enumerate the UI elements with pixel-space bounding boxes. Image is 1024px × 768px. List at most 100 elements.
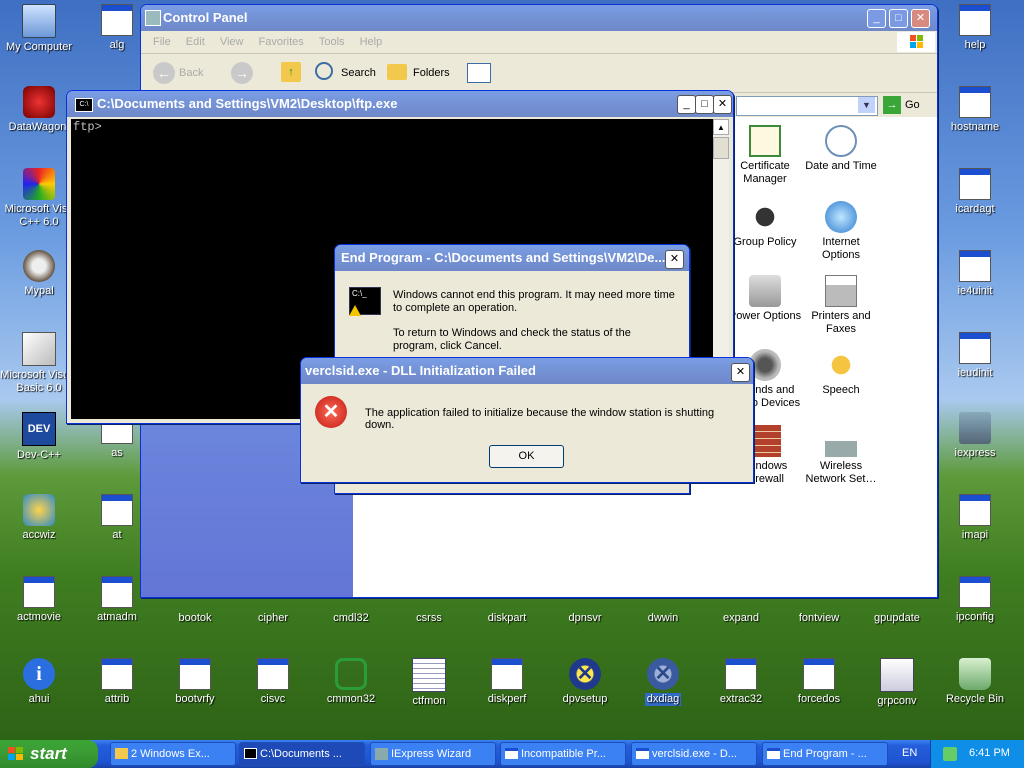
desktop-icon-label: icardagt <box>955 203 995 215</box>
printer-icon <box>825 275 857 307</box>
go-arrow-icon[interactable]: → <box>883 96 901 114</box>
cp-item-label: Power Options <box>728 310 802 322</box>
folders-icon[interactable] <box>387 64 407 80</box>
desktop-icon-recycle-bin[interactable]: Recycle Bin <box>936 658 1014 706</box>
cp-item-group-policy[interactable]: Group Policy <box>727 201 803 249</box>
end-program-message: Windows cannot end this program. It may … <box>393 289 675 314</box>
taskbar-item-iexpress[interactable]: IExpress Wizard <box>370 742 496 766</box>
start-button[interactable]: start <box>0 740 98 768</box>
dll-error-titlebar[interactable]: verclsid.exe - DLL Initialization Failed <box>301 358 753 384</box>
desktop-icon-ipconfig[interactable]: ipconfig <box>936 576 1014 624</box>
vb6-icon <box>22 332 56 366</box>
ok-button[interactable]: OK <box>489 445 564 468</box>
up-folder-icon[interactable]: ↑ <box>281 62 301 82</box>
desktop-icon-attrib[interactable]: attrib <box>78 658 156 706</box>
desktop-icon-dxdiag[interactable]: ✕ dxdiag <box>624 658 702 706</box>
dialog-title: End Program - C:\Documents and Settings\… <box>341 250 666 265</box>
desktop-icon-expand[interactable]: expand <box>702 598 780 625</box>
end-program-titlebar[interactable]: End Program - C:\Documents and Settings\… <box>335 245 689 271</box>
back-label[interactable]: Back <box>179 67 203 79</box>
menu-help[interactable]: Help <box>360 36 383 48</box>
folders-label[interactable]: Folders <box>413 67 450 79</box>
cp-item-date-and-time[interactable]: Date and Time <box>803 125 879 173</box>
menu-file[interactable]: File <box>153 36 171 48</box>
desktop-icon-actmovie[interactable]: actmovie <box>0 576 78 624</box>
taskbar-item-end-program[interactable]: End Program - ... <box>762 742 888 766</box>
cp-item-wireless-network[interactable]: Wireless Network Set… <box>803 425 879 486</box>
desktop-icon-label: gpupdate <box>874 612 920 624</box>
tray-app-icon[interactable] <box>943 747 957 761</box>
desktop-icon-diskperf[interactable]: diskperf <box>468 658 546 706</box>
minimize-button[interactable]: _ <box>867 9 886 28</box>
desktop-icon-gpupdate[interactable]: gpupdate <box>858 598 936 625</box>
back-arrow-icon[interactable]: ← <box>153 62 175 84</box>
desktop-icon-csrss[interactable]: csrss <box>390 598 468 625</box>
taskbar-item-windows-explorer[interactable]: 2 Windows Ex... <box>110 742 236 766</box>
desktop-icon-dpnsvr[interactable]: dpnsvr <box>546 598 624 625</box>
taskbar-item-incompatible[interactable]: Incompatible Pr... <box>500 742 626 766</box>
maximize-button[interactable]: □ <box>695 95 714 114</box>
control-panel-titlebar[interactable]: Control Panel <box>141 5 937 31</box>
desktop-icon-cmdl32[interactable]: cmdl32 <box>312 598 390 625</box>
dll-error-dialog[interactable]: verclsid.exe - DLL Initialization Failed… <box>300 357 754 483</box>
desktop-icon-cmmon32[interactable]: cmmon32 <box>312 658 390 706</box>
menu-tools[interactable]: Tools <box>319 36 345 48</box>
menu-favorites[interactable]: Favorites <box>259 36 304 48</box>
desktop-icon-cisvc[interactable]: cisvc <box>234 658 312 706</box>
cp-item-label: Wireless Network Set… <box>805 460 877 485</box>
close-button[interactable]: ✕ <box>911 9 930 28</box>
desktop-icon-icardagt[interactable]: icardagt <box>936 168 1014 216</box>
taskbar-item-console[interactable]: C:\Documents ... <box>239 742 365 766</box>
cp-item-speech[interactable]: Speech <box>803 349 879 397</box>
cp-item-certificate-manager[interactable]: Certificate Manager <box>727 125 803 186</box>
window-icon <box>636 748 649 759</box>
desktop-icon-label: forcedos <box>797 693 841 705</box>
search-label[interactable]: Search <box>341 67 376 79</box>
desktop-icon-cipher[interactable]: cipher <box>234 598 312 625</box>
search-icon[interactable] <box>315 62 333 80</box>
desktop-icon-bootvrfy[interactable]: bootvrfy <box>156 658 234 706</box>
cp-item-printers-and-faxes[interactable]: Printers and Faxes <box>803 275 879 336</box>
ftp-titlebar[interactable]: C:\Documents and Settings\VM2\Desktop\ft… <box>67 91 733 117</box>
close-button[interactable]: ✕ <box>713 95 732 114</box>
close-button[interactable]: ✕ <box>731 363 750 382</box>
desktop-icon-ieudinit[interactable]: ieudinit <box>936 332 1014 380</box>
desktop-icon-ahui[interactable]: i ahui <box>0 658 78 706</box>
address-input[interactable] <box>736 96 878 116</box>
desktop-icon-iexpress[interactable]: iexpress <box>936 412 1014 460</box>
desktop-icon-imapi[interactable]: imapi <box>936 494 1014 542</box>
desktop-icon-ctfmon[interactable]: ctfmon <box>390 658 468 708</box>
language-indicator[interactable]: EN <box>902 747 917 759</box>
taskbar-item-verclsid[interactable]: verclsid.exe - D... <box>631 742 757 766</box>
recycle-bin-icon <box>959 658 991 690</box>
address-dropdown-icon[interactable]: ▼ <box>858 97 875 113</box>
window-icon <box>767 748 780 759</box>
menu-edit[interactable]: Edit <box>186 36 205 48</box>
views-icon[interactable] <box>467 63 491 83</box>
desktop-icon-forcedos[interactable]: forcedos <box>780 658 858 706</box>
maximize-button[interactable]: □ <box>889 9 908 28</box>
go-label[interactable]: Go <box>905 99 920 111</box>
desktop-icon-grpconv[interactable]: grpconv <box>858 658 936 708</box>
desktop-icon-help[interactable]: help <box>936 4 1014 52</box>
desktop-icon-my-computer[interactable]: My Computer <box>0 4 78 54</box>
cp-item-power-options[interactable]: Power Options <box>727 275 803 323</box>
desktop-icon-diskpart[interactable]: diskpart <box>468 598 546 625</box>
desktop-icon-extrac32[interactable]: extrac32 <box>702 658 780 706</box>
desktop-icon-hostname[interactable]: hostname <box>936 86 1014 134</box>
desktop-icon-fontview[interactable]: fontview <box>780 598 858 625</box>
globe-icon <box>825 201 857 233</box>
desktop-icon-bootok[interactable]: bootok <box>156 598 234 625</box>
minimize-button[interactable]: _ <box>677 95 696 114</box>
console-icon: C:\ <box>75 98 93 112</box>
clock[interactable]: 6:41 PM <box>969 747 1010 759</box>
desktop-icon-accwiz[interactable]: accwiz <box>0 494 78 542</box>
forward-arrow-icon[interactable]: → <box>231 62 253 84</box>
desktop-icon-dwwin[interactable]: dwwin <box>624 598 702 625</box>
desktop-icon-ie4uinit[interactable]: ie4uinit <box>936 250 1014 298</box>
app-window-icon <box>101 576 133 608</box>
desktop-icon-dpvsetup[interactable]: ✕ dpvsetup <box>546 658 624 706</box>
menu-view[interactable]: View <box>220 36 244 48</box>
close-button[interactable]: ✕ <box>665 250 684 269</box>
cp-item-internet-options[interactable]: Internet Options <box>803 201 879 262</box>
